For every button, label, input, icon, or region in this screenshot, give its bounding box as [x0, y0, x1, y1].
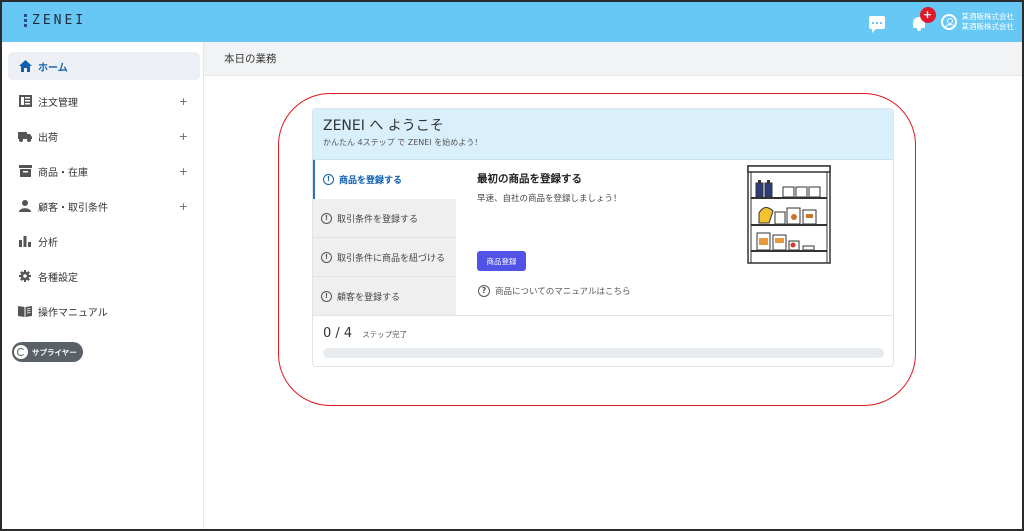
app-window: ZENEI + 某酒販株式会社 某酒販株式会社 ホーム 注文管理 + 出荷 + …	[0, 0, 1024, 531]
product-manual-link[interactable]: ? 商品についてのマニュアルはこちら	[478, 285, 631, 297]
account-menu[interactable]: 某酒販株式会社 某酒販株式会社	[962, 12, 1015, 32]
step-label: 取引条件を登録する	[337, 214, 419, 225]
sidebar-item-orders[interactable]: 注文管理 +	[8, 87, 200, 115]
sidebar-item-products[interactable]: 商品・在庫 +	[8, 157, 200, 185]
bar-chart-icon	[18, 234, 32, 248]
expand-icon[interactable]: +	[179, 130, 188, 143]
progress-number: 0 / 4	[323, 326, 353, 341]
logo-mark-icon	[24, 14, 27, 27]
alert-icon: !	[321, 212, 332, 224]
topbar-actions: + 某酒販株式会社 某酒販株式会社	[868, 2, 1015, 42]
expand-icon[interactable]: +	[179, 200, 188, 213]
zenei-logo[interactable]: ZENEI	[24, 13, 86, 28]
supplier-switch-button[interactable]: サプライヤー	[12, 342, 83, 362]
sidebar-item-label: 分析	[38, 237, 58, 249]
welcome-subtitle: かんたん 4ステップ で ZENEI を始めよう！	[323, 138, 483, 147]
help-icon: ?	[478, 285, 490, 297]
sidebar-item-shipping[interactable]: 出荷 +	[8, 122, 200, 150]
progress-count: 0 / 4 ステップ完了	[323, 326, 893, 341]
notification-badge: +	[919, 7, 936, 23]
step-list: ! 商品を登録する ! 取引条件を登録する ! 取引条件に商品を紐づける ! 顧…	[313, 160, 456, 315]
sidebar-item-label: 出荷	[38, 132, 58, 144]
person-icon	[18, 199, 32, 213]
step-register-terms[interactable]: ! 取引条件を登録する	[313, 199, 456, 238]
account-name-line1: 某酒販株式会社	[961, 12, 1015, 21]
page-title: 本日の業務	[204, 42, 1022, 76]
progress-label: ステップ完了	[362, 330, 408, 339]
sidebar-item-label: 各種設定	[38, 272, 78, 284]
alert-icon: !	[321, 290, 332, 302]
step-label: 顧客を登録する	[337, 292, 401, 303]
alert-icon: !	[321, 251, 332, 263]
sidebar-item-label: ホーム	[38, 62, 68, 74]
step-register-product[interactable]: ! 商品を登録する	[313, 160, 456, 199]
truck-icon	[18, 129, 32, 143]
onboarding-card: ZENEI へ ようこそ かんたん 4ステップ で ZENEI を始めよう！ !…	[312, 108, 894, 367]
welcome-header: ZENEI へ ようこそ かんたん 4ステップ で ZENEI を始めよう！	[313, 109, 893, 160]
progress-bar	[323, 348, 884, 358]
home-icon	[18, 59, 32, 73]
sidebar-item-analytics[interactable]: 分析	[8, 227, 200, 255]
chat-icon[interactable]	[868, 15, 885, 33]
supplier-label: サプライヤー	[32, 347, 77, 357]
notification-button[interactable]: +	[911, 7, 936, 32]
top-bar: ZENEI + 某酒販株式会社 某酒販株式会社	[2, 2, 1022, 42]
step-detail-description: 早速、自社の商品を登録しましょう！	[477, 194, 622, 204]
sidebar-item-label: 商品・在庫	[38, 167, 88, 179]
sidebar: ホーム 注文管理 + 出荷 + 商品・在庫 + 顧客・取引条件 + 分析 各種設…	[2, 42, 204, 529]
book-icon	[18, 304, 32, 318]
switch-icon	[14, 345, 28, 359]
archive-icon	[18, 164, 32, 178]
logo-text: ZENEI	[32, 13, 87, 28]
register-product-button[interactable]: 商品登録	[477, 251, 526, 271]
progress-section: 0 / 4 ステップ完了	[313, 315, 893, 366]
step-label: 商品を登録する	[339, 176, 403, 186]
welcome-title: ZENEI へ ようこそ	[323, 118, 444, 134]
step-label: 取引条件に商品を紐づける	[337, 253, 446, 264]
alert-icon: !	[323, 174, 334, 185]
step-detail: 最初の商品を登録する 早速、自社の商品を登録しましょう！	[477, 171, 737, 204]
sidebar-item-label: 注文管理	[38, 97, 78, 109]
expand-icon[interactable]: +	[179, 95, 188, 108]
sidebar-item-settings[interactable]: 各種設定	[8, 262, 200, 290]
account-icon[interactable]	[940, 14, 957, 30]
sidebar-item-customers[interactable]: 顧客・取引条件 +	[8, 192, 200, 220]
main-content: 本日の業務 ZENEI へ ようこそ かんたん 4ステップ で ZENEI を始…	[204, 42, 1022, 529]
gear-icon	[18, 269, 32, 283]
account-name-line2: 某酒販株式会社	[961, 22, 1015, 31]
sidebar-item-manual[interactable]: 操作マニュアル	[8, 297, 200, 325]
sidebar-item-label: 顧客・取引条件	[38, 202, 108, 214]
orders-icon	[18, 94, 32, 108]
sidebar-item-home[interactable]: ホーム	[8, 52, 200, 80]
manual-link-text: 商品についてのマニュアルはこちら	[495, 287, 631, 297]
step-link-products[interactable]: ! 取引条件に商品を紐づける	[313, 238, 456, 277]
expand-icon[interactable]: +	[179, 165, 188, 178]
step-detail-title: 最初の商品を登録する	[477, 173, 582, 185]
shelf-illustration-icon	[747, 165, 831, 266]
sidebar-item-label: 操作マニュアル	[38, 307, 108, 319]
step-register-customer[interactable]: ! 顧客を登録する	[313, 277, 456, 315]
